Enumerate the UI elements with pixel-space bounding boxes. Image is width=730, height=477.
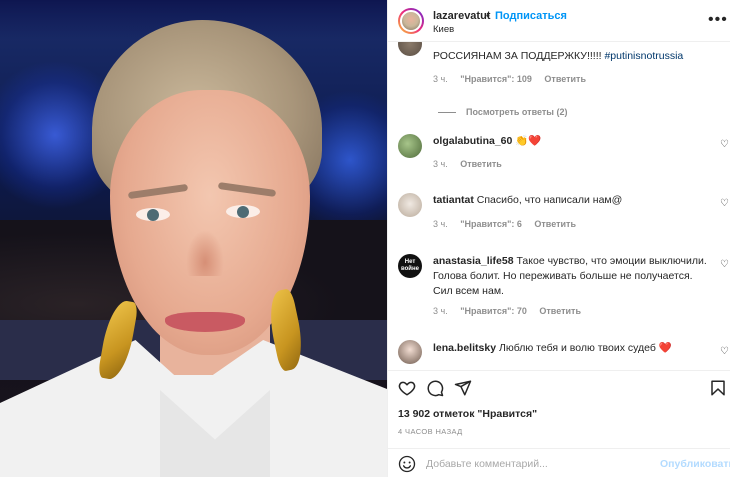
post-header: lazarevatut • Подписаться Киев •••	[388, 0, 730, 42]
comment-like-heart-icon[interactable]: ♡	[720, 260, 730, 270]
commenter-avatar[interactable]	[398, 340, 422, 364]
comment-time: 3 ч.	[433, 159, 448, 169]
comment-likes[interactable]: "Нравится": 109	[460, 74, 532, 84]
comment-text-wrap: lena.belitsky Люблю тебя и волю твоих су…	[433, 341, 708, 356]
comment-text-wrap: olgalabutina_60 👏❤️	[433, 134, 708, 149]
comment-time: 3 ч.	[433, 74, 448, 84]
comment-like-heart-icon[interactable]: ♡	[720, 347, 730, 357]
more-horizontal-icon[interactable]: •••	[708, 11, 728, 29]
avatar-text: Нет	[404, 259, 416, 265]
comment-text: Люблю тебя и волю твоих судеб ❤️	[498, 342, 672, 354]
publish-button[interactable]: Опубликовать	[660, 458, 730, 470]
view-replies-button[interactable]: Посмотреть ответы (2)	[438, 107, 567, 117]
commenter-avatar[interactable]	[398, 193, 422, 217]
comment-text-wrap: — — — — — — — — — — — — — — — — РОССИЯНА…	[433, 42, 708, 64]
comment-meta: 3 ч. Ответить	[433, 159, 512, 169]
commenter-avatar[interactable]	[398, 42, 422, 56]
comment-text: Спасибо, что написали нам@	[476, 194, 623, 206]
comments-list[interactable]: — — — — — — — — — — — — — — — — РОССИЯНА…	[388, 42, 730, 370]
reply-button[interactable]: Ответить	[539, 306, 581, 316]
comment-text-wrap: tatiantat Спасибо, что написали нам@	[433, 193, 708, 208]
post-photo[interactable]	[0, 0, 387, 477]
comment-text-wrap: anastasia_life58 Такое чувство, что эмоц…	[433, 254, 708, 299]
commenter-username[interactable]: tatiantat	[433, 194, 474, 206]
avatar-text: войне	[401, 266, 419, 272]
posted-time[interactable]: 4 ЧАСОВ НАЗАД	[398, 427, 463, 436]
likes-count[interactable]: 13 902 отметок "Нравится"	[398, 408, 537, 420]
comment-input[interactable]	[426, 454, 656, 474]
post-side-panel: lazarevatut • Подписаться Киев ••• — — —…	[387, 0, 730, 477]
comment-time: 3 ч.	[433, 306, 448, 316]
share-send-icon[interactable]	[454, 379, 472, 397]
reply-button[interactable]: Ответить	[460, 159, 502, 169]
post-location[interactable]: Киев	[433, 24, 454, 35]
emoji-icon[interactable]	[398, 455, 416, 473]
add-comment-bar: Опубликовать	[388, 448, 730, 477]
comment-likes[interactable]: "Нравится": 70	[460, 306, 527, 316]
follow-button[interactable]: Подписаться	[495, 10, 567, 22]
comment-meta: 3 ч. "Нравится": 70 Ответить	[433, 306, 591, 316]
author-avatar[interactable]	[398, 8, 424, 34]
like-heart-icon[interactable]	[398, 379, 416, 397]
commenter-avatar[interactable]: Нет войне	[398, 254, 422, 278]
commenter-username[interactable]: lena.belitsky	[433, 342, 496, 354]
comment-bubble-icon[interactable]	[426, 379, 444, 397]
comment-text-cut: — — — — — — — — — — — — — — — —	[433, 42, 645, 47]
reply-button[interactable]: Ответить	[544, 74, 586, 84]
photo-eye-right	[226, 205, 260, 218]
header-separator: •	[486, 10, 490, 22]
commenter-username[interactable]: anastasia_life58	[433, 255, 514, 267]
comment-meta: 3 ч. "Нравится": 6 Ответить	[433, 219, 586, 229]
author-username[interactable]: lazarevatut	[433, 10, 490, 22]
comment-likes[interactable]: "Нравится": 6	[460, 219, 522, 229]
commenter-avatar[interactable]	[398, 134, 422, 158]
comment-like-heart-icon[interactable]: ♡	[720, 140, 730, 150]
comment-like-heart-icon[interactable]: ♡	[720, 199, 730, 209]
comment-meta: 3 ч. "Нравится": 109 Ответить	[433, 74, 596, 84]
photo-eye-left	[136, 208, 170, 221]
photo-nose	[186, 230, 224, 276]
commenter-username[interactable]: olgalabutina_60	[433, 135, 512, 147]
save-bookmark-icon[interactable]	[709, 379, 727, 397]
reply-button[interactable]: Ответить	[534, 219, 576, 229]
comment-text: 👏❤️	[515, 135, 542, 147]
comment-time: 3 ч.	[433, 219, 448, 229]
hashtag-link[interactable]: #putinisnotrussia	[604, 50, 683, 62]
comment-text: РОССИЯНАМ ЗА ПОДДЕРЖКУ!!!!!	[433, 50, 605, 62]
post-actions-bar	[388, 370, 730, 406]
